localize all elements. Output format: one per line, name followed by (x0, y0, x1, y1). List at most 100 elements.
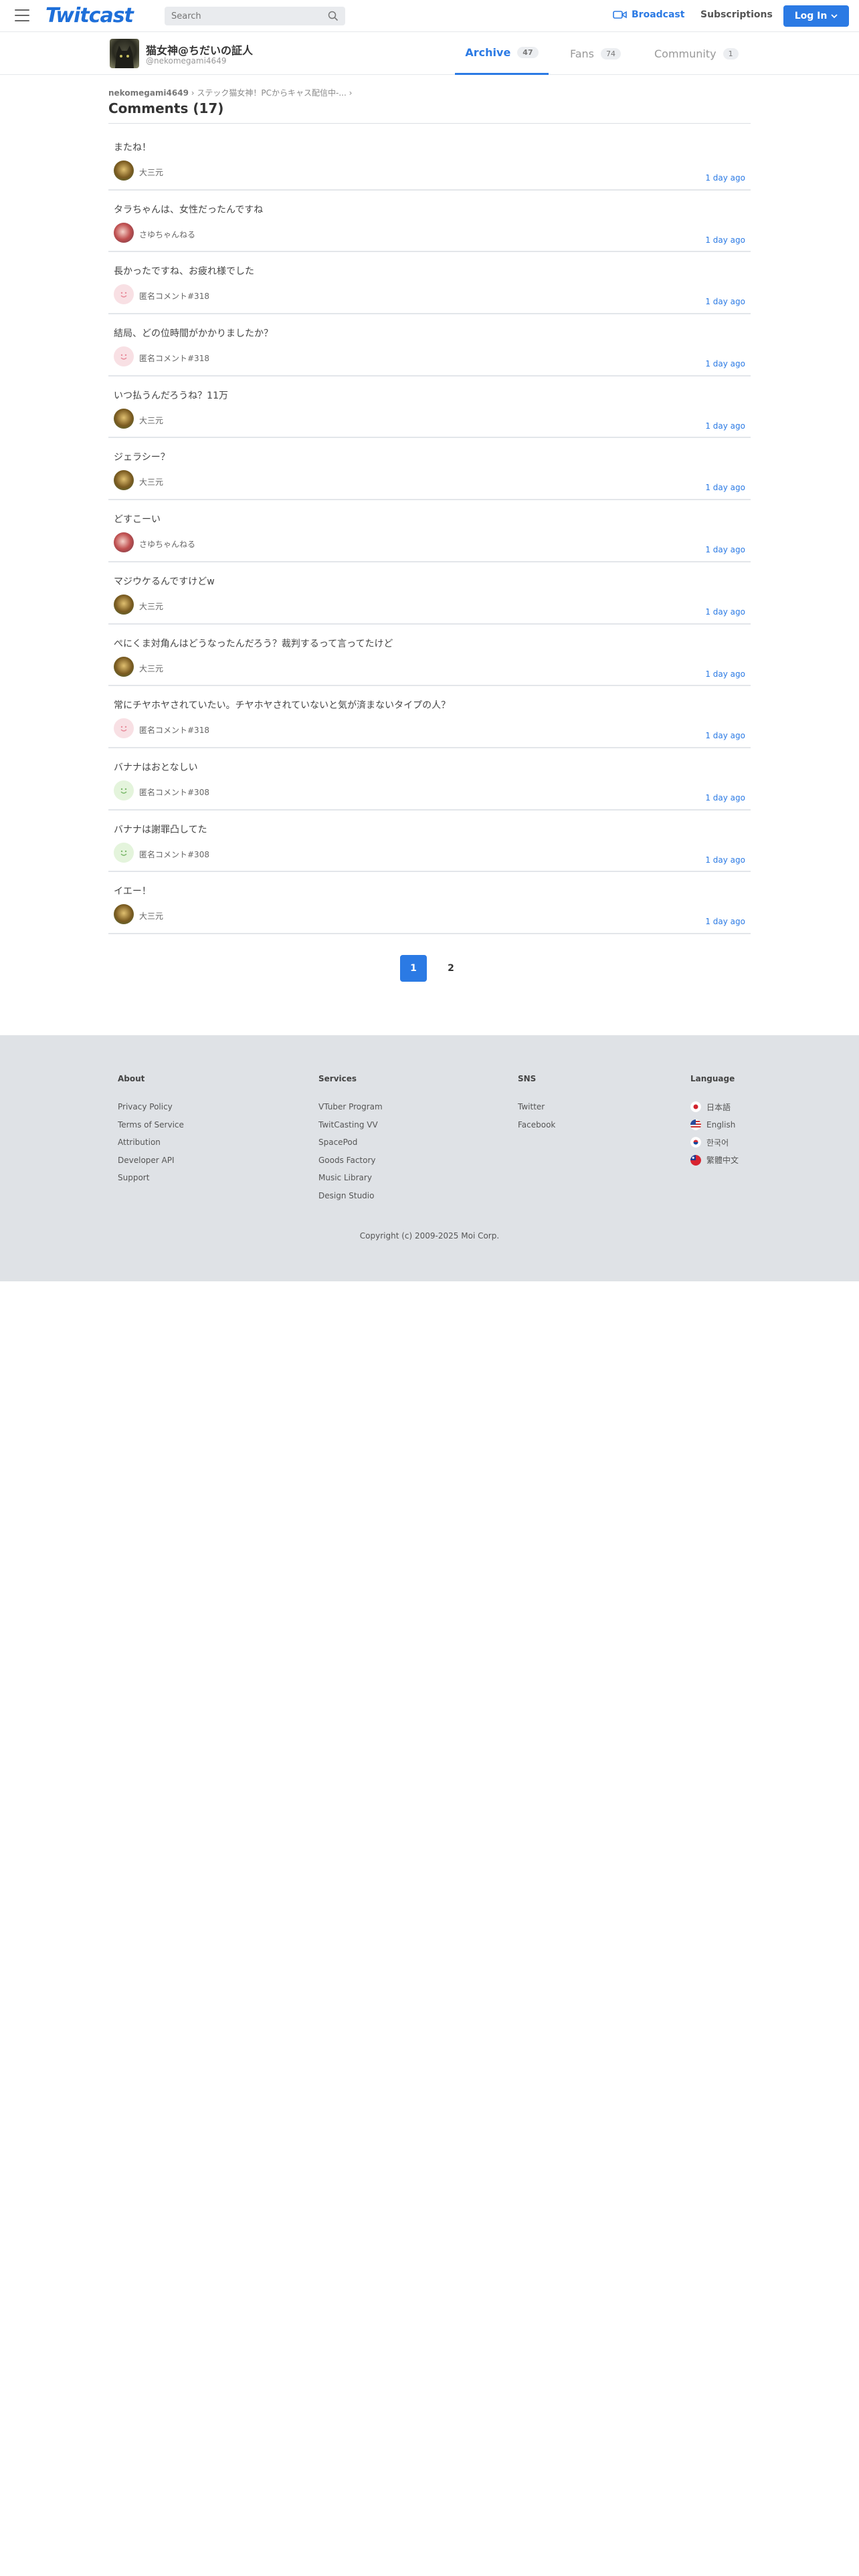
user-avatar[interactable] (114, 842, 134, 863)
comment-author[interactable]: 匿名コメント#318 (139, 352, 209, 364)
comment-timestamp[interactable]: 1 day ago (705, 855, 745, 865)
user-avatar[interactable] (114, 656, 134, 677)
comment-author[interactable]: 匿名コメント#318 (139, 290, 209, 302)
user-avatar[interactable] (114, 222, 134, 243)
comment-author[interactable]: さゆちゃんねる (139, 229, 195, 240)
tab-label: Community (654, 47, 717, 60)
footer-link[interactable]: Privacy Policy (118, 1098, 184, 1116)
comment-item: タラちゃんは、女性だったんですねさゆちゃんねる 1 day ago (108, 191, 751, 253)
comment-item: 常にチヤホヤされていたい。チヤホヤされていないと気が済まないタイプの人？ 匿名コメ… (108, 686, 751, 748)
broadcast-label: Broadcast (632, 9, 685, 20)
comment-author[interactable]: 大三元 (139, 601, 163, 612)
login-button[interactable]: Log In (783, 5, 849, 27)
comment-item: バナナは謝罪凸してた 匿名コメント#308 1 day ago (108, 811, 751, 873)
pagination: 12 (400, 955, 464, 982)
comment-author[interactable]: 匿名コメント#308 (139, 849, 209, 860)
language-option[interactable]: 繁體中文 (690, 1152, 739, 1170)
comment-author[interactable]: 大三元 (139, 663, 163, 674)
comment-timestamp[interactable]: 1 day ago (705, 235, 745, 245)
comment-author[interactable]: 大三元 (139, 415, 163, 426)
profile-name[interactable]: 猫女神@ちだいの証人 (146, 41, 253, 58)
comment-timestamp[interactable]: 1 day ago (705, 669, 745, 679)
comment-author[interactable]: 大三元 (139, 910, 163, 922)
subscriptions-link[interactable]: Subscriptions (700, 9, 773, 20)
tab-community[interactable]: Community 1 (654, 32, 739, 75)
footer-link[interactable]: Developer API (118, 1152, 184, 1170)
footer-link[interactable]: SpacePod (318, 1134, 383, 1152)
user-avatar[interactable] (114, 284, 134, 305)
comment-timestamp[interactable]: 1 day ago (705, 173, 745, 183)
login-label: Log In (794, 11, 828, 21)
camera-icon (613, 11, 627, 19)
footer-link[interactable]: Twitter (518, 1098, 555, 1116)
comment-timestamp[interactable]: 1 day ago (705, 421, 745, 431)
breadcrumb-user-link[interactable]: nekomegami4649 (108, 88, 189, 98)
user-avatar[interactable] (114, 594, 134, 615)
comment-timestamp[interactable]: 1 day ago (705, 359, 745, 368)
footer-link[interactable]: Facebook (518, 1116, 555, 1134)
breadcrumb-movie-link[interactable]: ステック猫女神！PCからキャス配信中-... (197, 88, 346, 98)
tab-label: Fans (570, 47, 595, 60)
user-avatar[interactable] (114, 532, 134, 553)
comment-author[interactable]: 匿名コメント#308 (139, 786, 209, 798)
comment-author[interactable]: 大三元 (139, 476, 163, 488)
footer-link[interactable]: Support (118, 1169, 184, 1187)
comment-timestamp[interactable]: 1 day ago (705, 297, 745, 306)
comment-timestamp[interactable]: 1 day ago (705, 917, 745, 926)
logo[interactable]: Twitcast (45, 4, 134, 27)
search-input[interactable] (165, 7, 318, 25)
comment-text: 常にチヤホヤされていたい。チヤホヤされていないと気が済まないタイプの人？ (114, 700, 451, 712)
comment-timestamp[interactable]: 1 day ago (705, 793, 745, 802)
comment-author[interactable]: さゆちゃんねる (139, 538, 195, 550)
footer-heading: Language (690, 1074, 735, 1083)
broadcast-button[interactable]: Broadcast (613, 9, 684, 20)
comment-text: ジェラシー？ (114, 452, 170, 463)
comment-text: ぺにくま対角んはどうなったんだろう？裁判するって言ってたけど (114, 638, 393, 649)
footer-services-column: Services VTuber Program TwitCasting VV Spa… (318, 1074, 383, 1204)
user-avatar[interactable] (114, 346, 134, 367)
comment-timestamp[interactable]: 1 day ago (705, 483, 745, 492)
user-avatar[interactable] (114, 408, 134, 429)
language-label: 한국어 (706, 1138, 729, 1148)
profile-avatar[interactable] (110, 39, 139, 68)
chevron-down-icon (831, 14, 838, 19)
comment-text: またね！ (114, 142, 151, 153)
divider (108, 123, 751, 124)
footer-link[interactable]: Terms of Service (118, 1116, 184, 1134)
comment-item: どすこーい さゆちゃんねる 1 day ago (108, 500, 751, 562)
page-button[interactable]: 2 (438, 955, 464, 982)
footer-language-column: Language 日本語 English 한국어 繁體中文 (690, 1074, 739, 1169)
footer-link[interactable]: Goods Factory (318, 1152, 383, 1170)
language-option[interactable]: 한국어 (690, 1134, 739, 1152)
user-avatar[interactable] (114, 718, 134, 739)
search-box (165, 7, 345, 25)
language-option[interactable]: English (690, 1116, 739, 1134)
comment-timestamp[interactable]: 1 day ago (705, 731, 745, 740)
footer-link[interactable]: Attribution (118, 1134, 184, 1152)
user-avatar[interactable] (114, 160, 134, 181)
footer-link[interactable]: Music Library (318, 1169, 383, 1187)
comment-text: タラちゃんは、女性だったんですね (114, 204, 264, 215)
us-flag-icon (690, 1119, 701, 1130)
comment-timestamp[interactable]: 1 day ago (705, 545, 745, 554)
user-avatar[interactable] (114, 780, 134, 800)
comment-author[interactable]: 大三元 (139, 167, 163, 178)
footer-link[interactable]: VTuber Program (318, 1098, 383, 1116)
language-option[interactable]: 日本語 (690, 1098, 739, 1116)
page-button[interactable]: 1 (400, 955, 427, 982)
jp-flag-icon (690, 1101, 701, 1113)
kr-flag-icon (690, 1137, 701, 1148)
tab-count-badge: 1 (723, 47, 739, 60)
footer-link[interactable]: Design Studio (318, 1187, 383, 1205)
menu-icon[interactable] (15, 9, 29, 21)
comment-timestamp[interactable]: 1 day ago (705, 607, 745, 617)
user-avatar[interactable] (114, 470, 134, 491)
footer: About Privacy Policy Terms of Service Attr… (0, 1035, 859, 1281)
user-avatar[interactable] (114, 904, 134, 925)
footer-link[interactable]: TwitCasting VV (318, 1116, 383, 1134)
comment-author[interactable]: 匿名コメント#318 (139, 724, 209, 736)
tab-fans[interactable]: Fans 74 (570, 32, 622, 75)
search-icon[interactable] (328, 11, 339, 21)
comment-item: バナナはおとなしい 匿名コメント#308 1 day ago (108, 748, 751, 811)
tab-archive[interactable]: Archive 47 (455, 32, 549, 75)
